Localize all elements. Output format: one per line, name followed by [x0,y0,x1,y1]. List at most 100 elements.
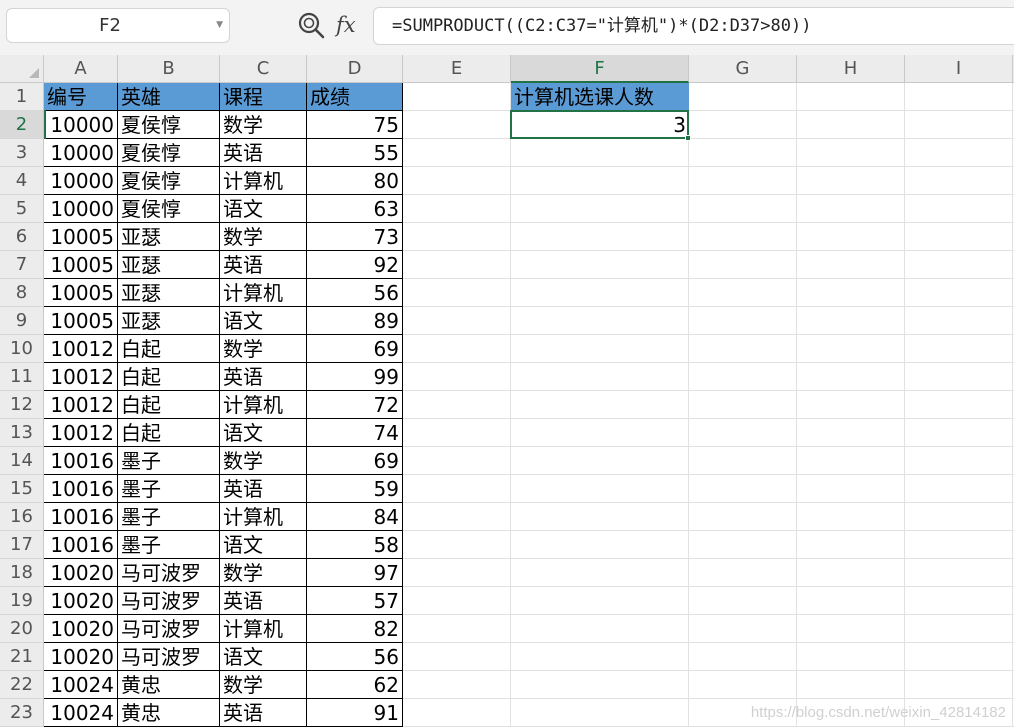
table-cell[interactable]: 55 [307,139,403,167]
table-cell[interactable]: 10000 [44,167,118,195]
active-cell-selection[interactable] [510,110,689,139]
table-cell[interactable]: 56 [307,279,403,307]
table-cell[interactable]: 10016 [44,531,118,559]
table-cell[interactable]: 82 [307,615,403,643]
table-header-cell[interactable]: 成绩 [307,83,403,111]
table-cell[interactable]: 97 [307,559,403,587]
table-cell[interactable]: 语文 [220,531,307,559]
row-header-4[interactable]: 4 [0,167,43,195]
chevron-down-icon[interactable]: ▼ [216,9,223,42]
table-cell[interactable]: 马可波罗 [118,643,220,671]
column-header-i[interactable]: I [905,55,1013,82]
row-header-10[interactable]: 10 [0,335,43,363]
table-cell[interactable]: 10020 [44,587,118,615]
table-cell[interactable]: 10020 [44,559,118,587]
table-cell[interactable]: 56 [307,643,403,671]
table-cell[interactable]: 84 [307,503,403,531]
table-cell[interactable]: 夏侯惇 [118,195,220,223]
table-cell[interactable]: 语文 [220,419,307,447]
table-header-cell[interactable]: 课程 [220,83,307,111]
table-cell[interactable]: 92 [307,251,403,279]
table-cell[interactable]: 91 [307,699,403,727]
table-cell[interactable]: 亚瑟 [118,251,220,279]
table-cell[interactable]: 数学 [220,559,307,587]
table-cell[interactable]: 10012 [44,419,118,447]
table-cell[interactable]: 计算机 [220,391,307,419]
table-cell[interactable]: 计算机 [220,279,307,307]
table-cell[interactable]: 马可波罗 [118,615,220,643]
table-cell[interactable]: 夏侯惇 [118,111,220,139]
table-cell[interactable]: 10005 [44,307,118,335]
table-cell[interactable]: 白起 [118,419,220,447]
table-cell[interactable]: 墨子 [118,531,220,559]
zoom-formula-icon[interactable] [296,10,326,40]
row-header-7[interactable]: 7 [0,251,43,279]
table-cell[interactable]: 数学 [220,223,307,251]
row-header-17[interactable]: 17 [0,531,43,559]
table-cell[interactable]: 数学 [220,111,307,139]
table-cell[interactable]: 10005 [44,279,118,307]
table-cell[interactable]: 10005 [44,223,118,251]
table-cell[interactable]: 数学 [220,447,307,475]
table-header-cell[interactable]: 英雄 [118,83,220,111]
row-header-2[interactable]: 2 [0,111,43,139]
table-cell[interactable]: 58 [307,531,403,559]
table-cell[interactable]: 10005 [44,251,118,279]
table-cell[interactable]: 墨子 [118,503,220,531]
row-header-11[interactable]: 11 [0,363,43,391]
table-cell[interactable]: 10000 [44,111,118,139]
row-header-23[interactable]: 23 [0,699,43,727]
row-header-20[interactable]: 20 [0,615,43,643]
column-header-e[interactable]: E [403,55,511,82]
table-cell[interactable]: 10016 [44,447,118,475]
column-header-a[interactable]: A [44,55,118,82]
table-cell[interactable]: 英语 [220,251,307,279]
column-header-g[interactable]: G [689,55,797,82]
table-cell[interactable]: 计算机 [220,615,307,643]
table-cell[interactable]: 10016 [44,503,118,531]
sheet-grid[interactable]: 编号 英雄 课程 成绩 10000 夏侯惇 数学 75 10000 夏侯惇 英语 55 10000 夏侯惇… [44,83,1014,727]
table-cell[interactable]: 夏侯惇 [118,139,220,167]
table-cell[interactable]: 墨子 [118,447,220,475]
formula-input[interactable]: =SUMPRODUCT((C2:C37="计算机")*(D2:D37>80)) [373,7,1014,45]
row-header-8[interactable]: 8 [0,279,43,307]
column-header-h[interactable]: H [797,55,905,82]
table-cell[interactable]: 69 [307,447,403,475]
fx-icon[interactable]: fx [336,8,366,42]
column-header-f[interactable]: F [511,55,689,83]
row-header-16[interactable]: 16 [0,503,43,531]
table-cell[interactable]: 英语 [220,587,307,615]
fill-handle[interactable] [685,135,691,141]
table-cell[interactable]: 10024 [44,671,118,699]
table-cell[interactable]: 73 [307,223,403,251]
row-header-21[interactable]: 21 [0,643,43,671]
column-header-b[interactable]: B [118,55,220,82]
table-cell[interactable]: 10012 [44,335,118,363]
table-cell[interactable]: 10000 [44,139,118,167]
table-cell[interactable]: 亚瑟 [118,307,220,335]
table-cell[interactable]: 白起 [118,363,220,391]
name-box[interactable]: F2 ▼ [6,8,230,43]
column-header-c[interactable]: C [220,55,307,82]
table-cell[interactable]: 语文 [220,643,307,671]
table-cell[interactable]: 白起 [118,335,220,363]
table-cell[interactable]: 黄忠 [118,699,220,727]
result-label-cell[interactable]: 计算机选课人数 [511,83,689,111]
row-header-15[interactable]: 15 [0,475,43,503]
table-cell[interactable]: 白起 [118,391,220,419]
table-cell[interactable]: 63 [307,195,403,223]
table-cell[interactable]: 亚瑟 [118,223,220,251]
row-header-12[interactable]: 12 [0,391,43,419]
table-cell[interactable]: 夏侯惇 [118,167,220,195]
table-cell[interactable]: 计算机 [220,167,307,195]
table-cell[interactable]: 69 [307,335,403,363]
table-cell[interactable]: 62 [307,671,403,699]
table-cell[interactable]: 10020 [44,643,118,671]
table-cell[interactable]: 72 [307,391,403,419]
row-header-5[interactable]: 5 [0,195,43,223]
table-cell[interactable]: 10020 [44,615,118,643]
table-cell[interactable]: 59 [307,475,403,503]
select-all-corner[interactable] [0,55,44,83]
table-cell[interactable]: 黄忠 [118,671,220,699]
table-cell[interactable]: 数学 [220,335,307,363]
